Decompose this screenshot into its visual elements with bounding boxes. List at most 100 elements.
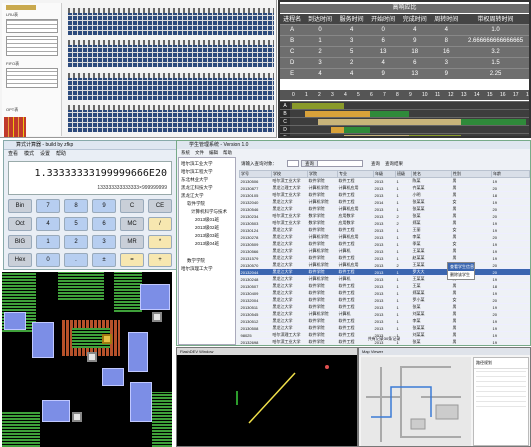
table-row[interactable]: 20130546 黑龙江大学 软件学院 计算机应用 2013 1 张某某男 20 [239, 205, 530, 213]
schedule-row: A 0 4 0 4 4 1.0 [280, 23, 529, 35]
table-cell: 20130566 [239, 247, 272, 255]
context-view-student[interactable]: 查看学生信息 [448, 263, 474, 271]
tree-node[interactable]: 计算机科学与技术 [191, 209, 227, 215]
school-tree[interactable]: 哈尔滨工业大学 哈尔滨工程大学 东北林业大学 黑龙江科技大学 黑龙江大学软件学院计算机科… [178, 157, 236, 345]
search-input[interactable] [287, 160, 299, 167]
calc-key-button[interactable]: * [148, 235, 172, 249]
table-row[interactable]: 20132040 黑龙江大学 计算机学院 软件工程 2014 1 张某某女 19 [239, 198, 530, 206]
table-row[interactable]: 20130508 黑龙江大学 软件学院 软件工程 2013 1 张某某男 19 [239, 324, 530, 332]
tree-node[interactable]: 黑龙江大学 [181, 193, 204, 199]
student-column-header[interactable]: 学号 [239, 170, 272, 178]
route-panel: 路径规划 [473, 357, 529, 446]
query-button[interactable]: 查询 [371, 161, 380, 167]
table-cell: 软件工程 [337, 289, 374, 297]
calc-key-button[interactable]: 8 [64, 199, 88, 213]
table-row[interactable]: 20132004 黑龙江大学 软件学院 软件工程 2013 1 罗小某女 20 [239, 296, 530, 304]
calc-key-button[interactable]: CE [148, 199, 172, 213]
calc-key-button[interactable]: Hex [8, 253, 32, 267]
calc-key-button[interactable]: MC [120, 217, 144, 231]
tree-node[interactable]: 2013级01班 [195, 217, 219, 223]
calc-key-button[interactable]: 2 [64, 235, 88, 249]
gantt-tick: 13 [461, 92, 467, 98]
tree-node[interactable]: 数学学院 [187, 258, 205, 264]
table-cell: 20130234 [239, 212, 272, 220]
table-row[interactable]: 20130512 黑龙江大学 软件学院 软件工程 2013 1 李某男 19 [239, 317, 530, 325]
table-row[interactable]: 20132044黑龙江大学软件学院软件工程20131罗大大男20 [239, 268, 530, 276]
table-row[interactable]: 20130545 黑龙江大学 计算机学院 计算机 2013 1 刘某某男 20 [239, 310, 530, 318]
table-cell: 数学学院 [307, 212, 338, 220]
calc-key-button[interactable]: + [148, 253, 172, 267]
enemy-tank [87, 352, 97, 362]
table-row[interactable]: 20130570黑龙江大学计算机学院计算机应用20132王某某女20 [239, 261, 530, 269]
student-column-header[interactable]: 年龄 [491, 170, 530, 178]
map-canvas[interactable] [361, 357, 471, 446]
tree-node[interactable]: 黑龙江科技大学 [181, 185, 213, 191]
calc-key-button[interactable]: 6 [92, 217, 116, 231]
tree-node[interactable]: 软件学院 [187, 201, 205, 207]
student-column-header[interactable]: 年级 [373, 170, 396, 178]
student-column-header[interactable]: 学校 [271, 170, 308, 178]
calc-key-button[interactable]: 3 [92, 235, 116, 249]
steel-block [128, 332, 148, 372]
table-row[interactable]: 20130278 黑龙江大学 计算机学院 计算机应用 2013 1 李某男 20 [239, 233, 530, 241]
student-menu-item[interactable]: 帮助 [223, 150, 232, 155]
table-row[interactable]: 20130234 哈尔滨工业大学 数学学院 应用数学 2013 2 张某男 20 [239, 212, 530, 220]
tree-node[interactable]: 2013级03班 [195, 233, 219, 239]
calc-key-button[interactable]: Bin [8, 199, 32, 213]
calc-menu-item[interactable]: 设置 [40, 151, 50, 157]
table-cell: 哈尔滨工业大学 [271, 219, 308, 227]
student-menu-item[interactable]: 系统 [181, 150, 190, 155]
route-list[interactable] [476, 371, 526, 411]
tree-node[interactable]: 哈尔滨工业大学 [181, 161, 213, 167]
student-column-header[interactable]: 专业 [337, 170, 374, 178]
calc-key-button[interactable]: 1 [36, 235, 60, 249]
calc-key-button[interactable]: Oct [8, 217, 32, 231]
table-row[interactable]: 20131579 黑龙江大学 软件学院 软件工程 2013 1 赵某某男 19 [239, 254, 530, 262]
tree-node[interactable]: 哈尔滨理工大学 [181, 266, 213, 272]
calc-menu-item[interactable]: 帮助 [56, 151, 66, 157]
table-row[interactable]: 20130124 黑龙江大学 软件学院 软件工程 2013 1 王丽女 19 [239, 226, 530, 234]
student-column-header[interactable]: 班级 [395, 170, 412, 178]
context-delete-student[interactable]: 删除该学生 [448, 271, 474, 279]
table-row[interactable]: 20130409 黑龙江大学 软件学院 软件工程 2013 1 郑某某男 19 [239, 289, 530, 297]
table-row[interactable]: 20130507 黑龙江大学 软件学院 软件工程 2013 1 王某男 18 [239, 282, 530, 290]
tree-node[interactable]: 2013级02班 [195, 225, 219, 231]
calc-key-button[interactable]: MR [120, 235, 144, 249]
student-column-header[interactable]: 性别 [451, 170, 492, 178]
calc-key-button[interactable]: 9 [92, 199, 116, 213]
schedule-header: 进程名 [280, 14, 305, 24]
calc-key-button[interactable]: . [64, 253, 88, 267]
calc-key-button[interactable]: ± [92, 253, 116, 267]
student-column-header[interactable]: 学院 [307, 170, 338, 178]
calc-menu-item[interactable]: 模式 [24, 151, 34, 157]
table-row[interactable]: 20130566 黑龙江大学 计算机学院 计算机 2013 1 王某某男 19 [239, 247, 530, 255]
tree-node[interactable]: 东北林业大学 [181, 177, 208, 183]
table-row[interactable]: 20130506 哈尔滨工业大学 软件学院 软件工程 2013 1 陈某男 19 [239, 177, 530, 185]
tree-node[interactable]: 2013级04班 [195, 241, 219, 247]
table-row[interactable]: 20130511 黑龙江大学 软件学院 软件工程 2013 1 张某男 19 [239, 303, 530, 311]
calc-menu-item[interactable]: 查看 [8, 151, 18, 157]
table-cell: 2013 [373, 254, 396, 262]
search-field[interactable] [317, 160, 363, 167]
search-button[interactable]: 查询 [301, 160, 318, 167]
student-menu-item[interactable]: 文件 [195, 150, 204, 155]
student-menu-item[interactable]: 编辑 [209, 150, 218, 155]
student-column-header[interactable]: 姓名 [411, 170, 452, 178]
table-cell: 软件学院 [307, 177, 338, 185]
tree-node[interactable]: 哈尔滨工程大学 [181, 169, 213, 175]
query-result-button[interactable]: 查询结果 [385, 161, 403, 167]
calc-key-button[interactable]: BIG [8, 235, 32, 249]
calc-key-button[interactable]: = [120, 253, 144, 267]
table-row[interactable]: 20130248黑龙江大学计算机学院计算机20131王某某男19 [239, 275, 530, 283]
table-row[interactable]: 20130877 黑龙江理工大学 计算机学院 计算机应用 2013 1 齐某某男 20 [239, 184, 530, 192]
calc-key-button[interactable]: 0 [36, 253, 60, 267]
table-row[interactable]: 20130105 哈尔滨工业大学 软件学院 软件工程 2013 1 小明男 18 [239, 191, 530, 199]
calc-key-button[interactable]: 4 [36, 217, 60, 231]
table-row[interactable]: 20130509 黑龙江大学 软件学院 软件工程 2013 1 季某女 19 [239, 240, 530, 248]
table-row[interactable]: 20130503 哈尔滨工业大学 数学学院 应用数学 2013 2 郑某男 19 [239, 219, 530, 227]
calc-key-button[interactable]: 5 [64, 217, 88, 231]
calc-key-button[interactable]: C [120, 199, 144, 213]
calc-key-button[interactable]: 7 [36, 199, 60, 213]
table-cell: 2013 [373, 226, 396, 234]
calc-key-button[interactable]: / [148, 217, 172, 231]
